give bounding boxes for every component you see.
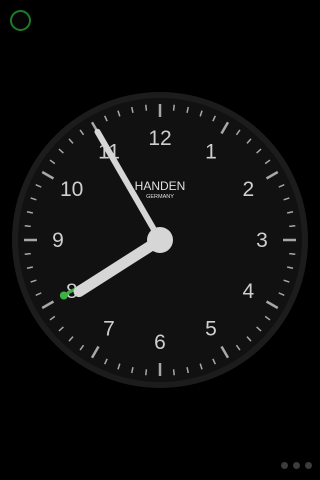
hour-numeral: 9	[52, 229, 64, 252]
hour-numeral: 4	[242, 280, 254, 303]
hour-numeral: 12	[148, 127, 171, 150]
hour-numeral: 1	[205, 141, 217, 164]
brand-subtitle: GERMANY	[146, 194, 174, 200]
minute-tick	[172, 369, 175, 376]
clock-screen: 121234567891011 HANDEN GERMANY	[0, 0, 320, 480]
hour-numeral: 3	[256, 229, 268, 252]
minute-tick	[289, 225, 296, 228]
hour-numeral: 5	[205, 317, 217, 340]
minute-tick	[145, 369, 148, 376]
page-indicator[interactable]	[281, 462, 312, 469]
page-dot[interactable]	[281, 462, 288, 469]
minute-tick	[145, 104, 148, 111]
brand-label: HANDEN	[135, 179, 186, 193]
alarm-hand-tip	[59, 291, 68, 300]
hour-numeral: 7	[103, 317, 115, 340]
center-cap	[147, 227, 173, 253]
minute-tick	[24, 252, 31, 255]
page-dot[interactable]	[305, 462, 312, 469]
hour-numeral: 2	[242, 178, 254, 201]
minute-tick	[172, 104, 175, 111]
page-dot[interactable]	[293, 462, 300, 469]
hour-numeral: 6	[154, 331, 166, 354]
minute-tick	[289, 252, 296, 255]
analog-clock: 121234567891011 HANDEN GERMANY	[12, 92, 308, 388]
minute-tick	[24, 225, 31, 228]
hour-numeral: 10	[60, 178, 83, 201]
